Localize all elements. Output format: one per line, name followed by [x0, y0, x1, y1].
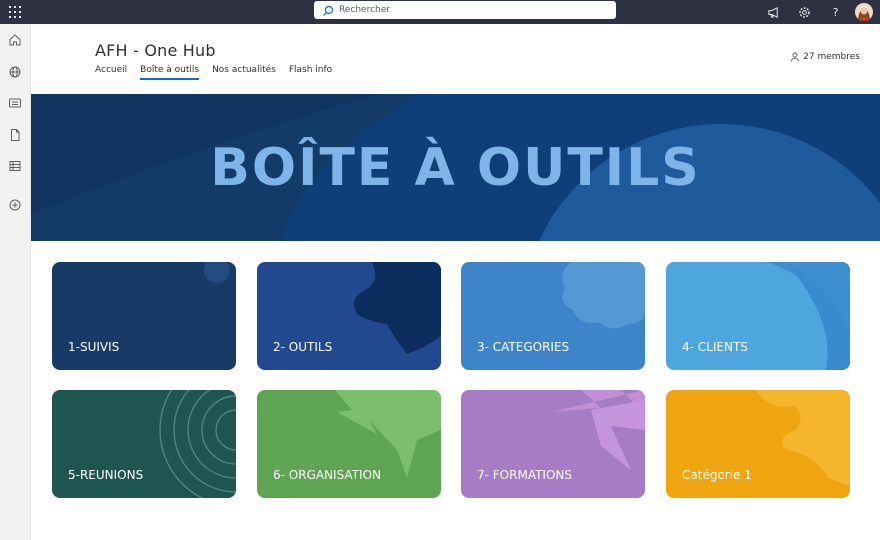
tile-label: 3- CATEGORIES — [477, 340, 570, 354]
site-nav: Accueil Boîte à outils Nos actualités Fl… — [95, 65, 345, 80]
search-box[interactable]: Rechercher — [314, 1, 616, 19]
tile-reunions[interactable]: 5-REUNIONS — [52, 390, 236, 498]
nav-item-nos-actualites[interactable]: Nos actualités — [212, 65, 276, 80]
tile-outils[interactable]: 2- OUTILS — [257, 262, 441, 370]
megaphone-icon[interactable] — [758, 0, 789, 24]
file-icon[interactable] — [8, 128, 22, 142]
help-icon[interactable]: ? — [820, 0, 851, 24]
tile-categorie-1[interactable]: Catégorie 1 — [666, 390, 850, 498]
suite-header: Rechercher ? — [0, 0, 880, 24]
news-icon[interactable] — [8, 96, 22, 110]
members-count: 27 membres — [803, 52, 860, 62]
tile-organisation[interactable]: 6- ORGANISATION — [257, 390, 441, 498]
tile-label: Catégorie 1 — [682, 468, 752, 482]
person-icon — [791, 52, 800, 62]
tile-clients[interactable]: 4- CLIENTS — [666, 262, 850, 370]
gear-icon[interactable] — [789, 0, 820, 24]
members-button[interactable]: 27 membres — [790, 52, 860, 62]
tile-categories[interactable]: 3- CATEGORIES — [461, 262, 645, 370]
search-icon — [322, 4, 334, 16]
tile-label: 2- OUTILS — [273, 340, 333, 354]
home-icon[interactable] — [8, 33, 22, 47]
help-glyph: ? — [832, 5, 839, 19]
avatar[interactable] — [855, 3, 873, 21]
search-placeholder: Rechercher — [339, 5, 390, 15]
nav-item-accueil[interactable]: Accueil — [95, 65, 127, 80]
tile-suivis[interactable]: 1-SUIVIS — [52, 262, 236, 370]
site-header: AFH - One Hub Accueil Boîte à outils Nos… — [31, 24, 880, 94]
globe-icon[interactable] — [8, 65, 22, 79]
tile-label: 1-SUIVIS — [68, 340, 120, 354]
add-icon[interactable] — [8, 198, 22, 212]
tile-label: 6- ORGANISATION — [273, 468, 381, 482]
list-icon[interactable] — [8, 159, 22, 173]
app-rail — [0, 24, 31, 540]
site-title[interactable]: AFH - One Hub — [95, 41, 216, 60]
tile-label: 4- CLIENTS — [682, 340, 748, 354]
tile-label: 5-REUNIONS — [68, 468, 144, 482]
hero-banner: BOÎTE À OUTILS — [31, 94, 880, 241]
tile-label: 7- FORMATIONS — [477, 468, 573, 482]
app-launcher-icon[interactable] — [8, 5, 22, 19]
tile-formations[interactable]: 7- FORMATIONS — [461, 390, 645, 498]
nav-item-boite-a-outils[interactable]: Boîte à outils — [140, 65, 200, 80]
banner-title: BOÎTE À OUTILS — [210, 137, 701, 198]
nav-item-flash-info[interactable]: Flash info — [289, 65, 332, 80]
